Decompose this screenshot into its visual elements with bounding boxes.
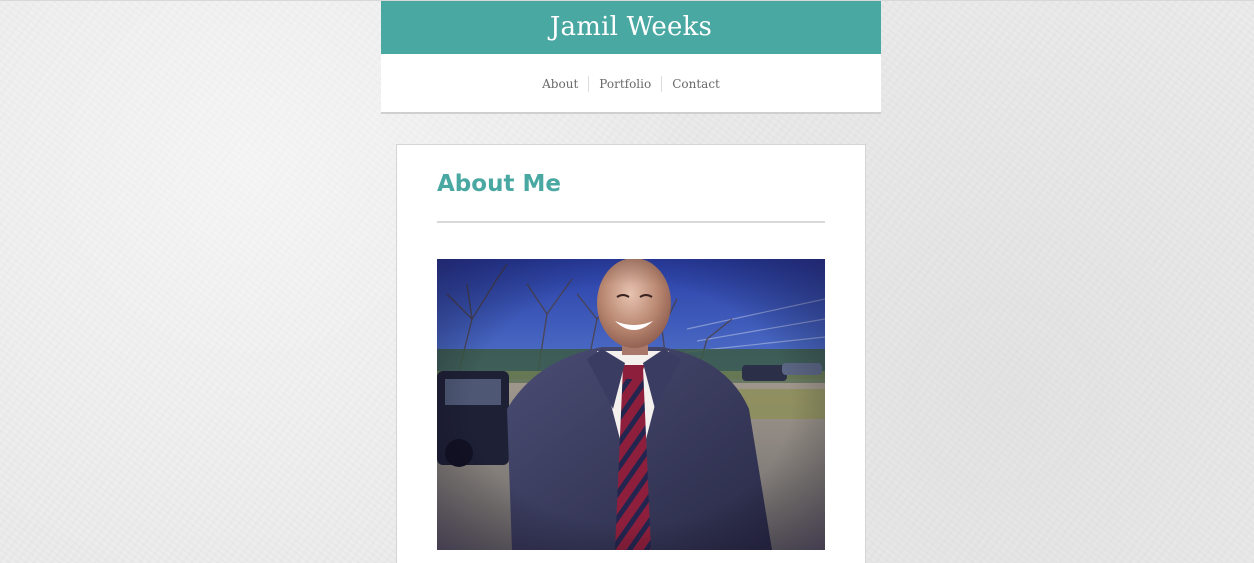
site-title[interactable]: Jamil Weeks (550, 12, 712, 42)
section-title: About Me (437, 171, 561, 197)
nav-item-about[interactable]: About (532, 76, 588, 92)
nav-item-portfolio[interactable]: Portfolio (588, 76, 661, 92)
section-divider (437, 221, 825, 223)
about-card: About Me (396, 144, 866, 563)
nav-item-contact[interactable]: Contact (661, 76, 730, 92)
site-header: Jamil Weeks (381, 1, 881, 54)
nav-list: About Portfolio Contact (532, 76, 730, 92)
profile-photo (437, 259, 825, 550)
main-nav: About Portfolio Contact (381, 54, 881, 114)
